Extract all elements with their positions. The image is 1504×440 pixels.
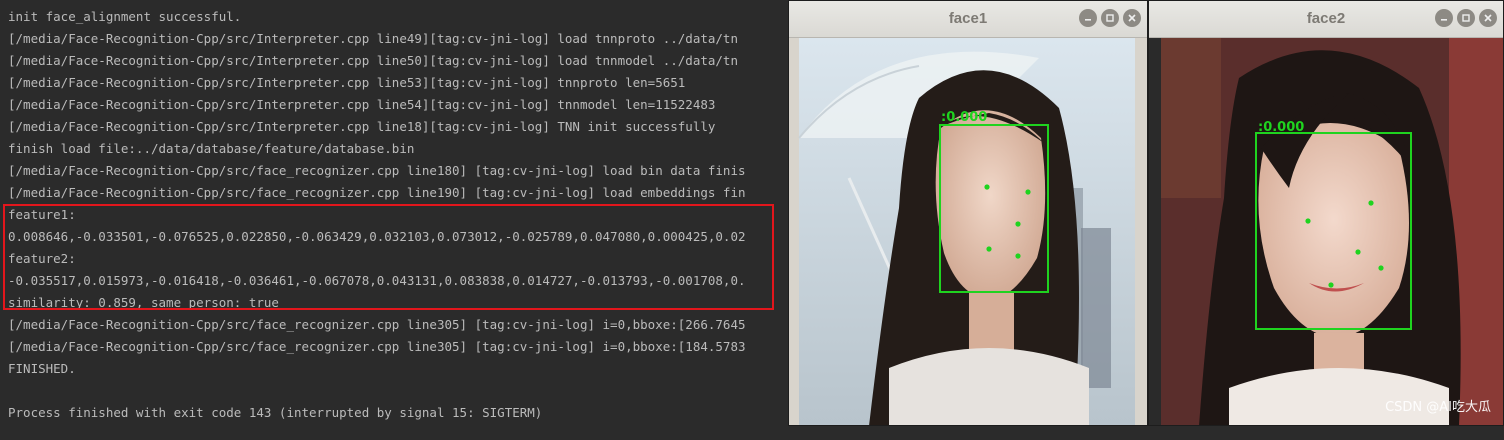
minimize-icon [1085,19,1091,21]
minimize-button[interactable] [1435,9,1453,27]
console-line: [/media/Face-Recognition-Cpp/src/face_re… [8,185,746,200]
window-titlebar[interactable]: face2 [1149,1,1503,38]
console-output: init face_alignment successful. [/media/… [0,0,800,440]
close-icon [1128,14,1136,22]
minimize-icon [1441,19,1447,21]
watermark: CSDN @AI吃大瓜 [1385,400,1491,415]
close-icon [1484,14,1492,22]
face1-window[interactable]: face1:0.000 [788,0,1148,426]
console-line: [/media/Face-Recognition-Cpp/src/face_re… [8,339,746,354]
console-line: [/media/Face-Recognition-Cpp/src/Interpr… [8,53,738,68]
maximize-button[interactable] [1101,9,1119,27]
window-controls [1079,9,1141,27]
face2-window[interactable]: face2:0.000 CSDN @AI吃大瓜 [1148,0,1504,426]
maximize-button[interactable] [1457,9,1475,27]
minimize-button[interactable] [1079,9,1097,27]
close-button[interactable] [1479,9,1497,27]
face2-score-label: :0.000 [1258,120,1304,135]
face1-photo: :0.000 [789,38,1147,425]
maximize-icon [1462,14,1470,22]
console-line: [/media/Face-Recognition-Cpp/src/face_re… [8,317,746,332]
face1-image: :0.000 [789,38,1147,425]
maximize-icon [1106,14,1114,22]
close-button[interactable] [1123,9,1141,27]
console-line: finish load file:../data/database/featur… [8,141,415,156]
face2-photo: :0.000 [1149,38,1503,425]
console-line: [/media/Face-Recognition-Cpp/src/Interpr… [8,119,716,134]
face2-image: :0.000 [1149,38,1503,425]
window-controls [1435,9,1497,27]
feature-highlight-box [3,204,774,310]
console-line: Process finished with exit code 143 (int… [8,405,543,420]
console-line: [/media/Face-Recognition-Cpp/src/Interpr… [8,97,716,112]
window-titlebar[interactable]: face1 [789,1,1147,38]
console-line: [/media/Face-Recognition-Cpp/src/face_re… [8,163,746,178]
face1-score-label: :0.000 [941,110,987,125]
console-line: [/media/Face-Recognition-Cpp/src/Interpr… [8,75,686,90]
console-line: [/media/Face-Recognition-Cpp/src/Interpr… [8,31,738,46]
console-line: init face_alignment successful. [8,9,242,24]
console-line: FINISHED. [8,361,76,376]
